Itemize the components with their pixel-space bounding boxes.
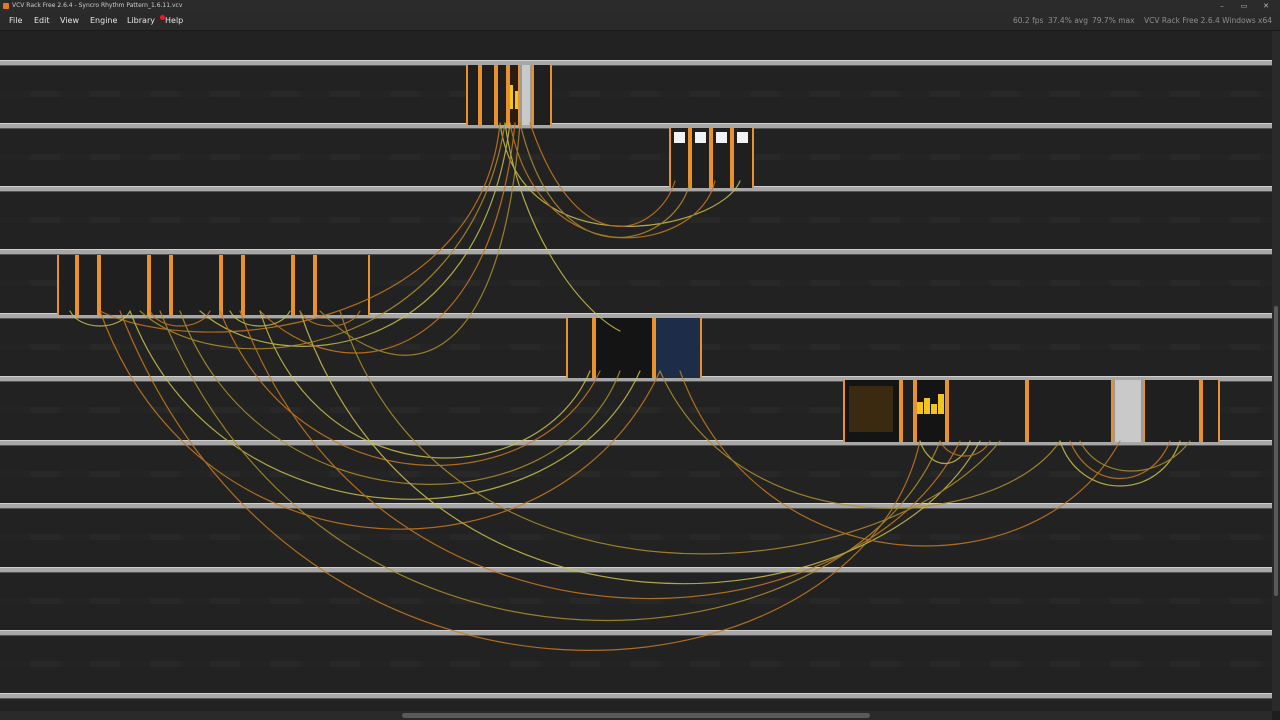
menu-bar: File Edit View Engine Library Help 60.2 …	[0, 12, 1280, 31]
window-titlebar: VCV Rack Free 2.6.4 - Syncro Rhythm Patt…	[0, 0, 1280, 12]
menu-library[interactable]: Library	[127, 12, 155, 30]
cable	[149, 310, 211, 327]
vertical-scroll-thumb[interactable]	[1274, 306, 1278, 596]
cpu-avg-readout: 37.4% avg	[1048, 16, 1089, 25]
fps-readout: 60.2 fps	[1013, 16, 1044, 25]
cable	[99, 122, 501, 333]
cable	[199, 122, 511, 347]
cable	[679, 370, 1121, 547]
cable	[919, 440, 971, 465]
cable	[1069, 440, 1171, 479]
cable	[659, 370, 1061, 509]
cable	[259, 310, 591, 459]
rack-canvas[interactable]	[0, 31, 1272, 711]
cpu-max-readout: 79.7% max	[1092, 16, 1135, 25]
horizontal-scrollbar[interactable]	[0, 711, 1272, 720]
cable	[939, 440, 991, 457]
menu-file[interactable]: File	[9, 12, 22, 30]
vertical-scrollbar[interactable]	[1272, 31, 1280, 711]
window-title: VCV Rack Free 2.6.4 - Syncro Rhythm Patt…	[12, 2, 183, 9]
cable	[529, 122, 676, 227]
cable	[519, 122, 691, 239]
cable	[299, 310, 981, 585]
vcv-rack-icon	[3, 3, 9, 9]
close-button[interactable]: ✕	[1256, 0, 1276, 12]
menu-help[interactable]: Help	[165, 12, 183, 30]
version-label: VCV Rack Free 2.6.4 Windows x64	[1144, 16, 1272, 25]
menu-edit[interactable]: Edit	[34, 12, 50, 30]
cable	[139, 122, 506, 350]
cable	[319, 122, 521, 356]
patch-cables	[69, 122, 1191, 651]
minimize-button[interactable]: –	[1212, 0, 1232, 12]
cable	[119, 310, 921, 651]
cable	[229, 310, 291, 327]
menu-view[interactable]: View	[60, 12, 79, 30]
cable	[504, 122, 621, 332]
cable	[99, 310, 661, 530]
cable	[219, 310, 601, 466]
maximize-button[interactable]: ▭	[1234, 0, 1254, 12]
horizontal-scroll-thumb[interactable]	[402, 713, 870, 718]
cable	[339, 310, 1001, 555]
cable	[259, 122, 516, 354]
menu-engine[interactable]: Engine	[90, 12, 117, 30]
